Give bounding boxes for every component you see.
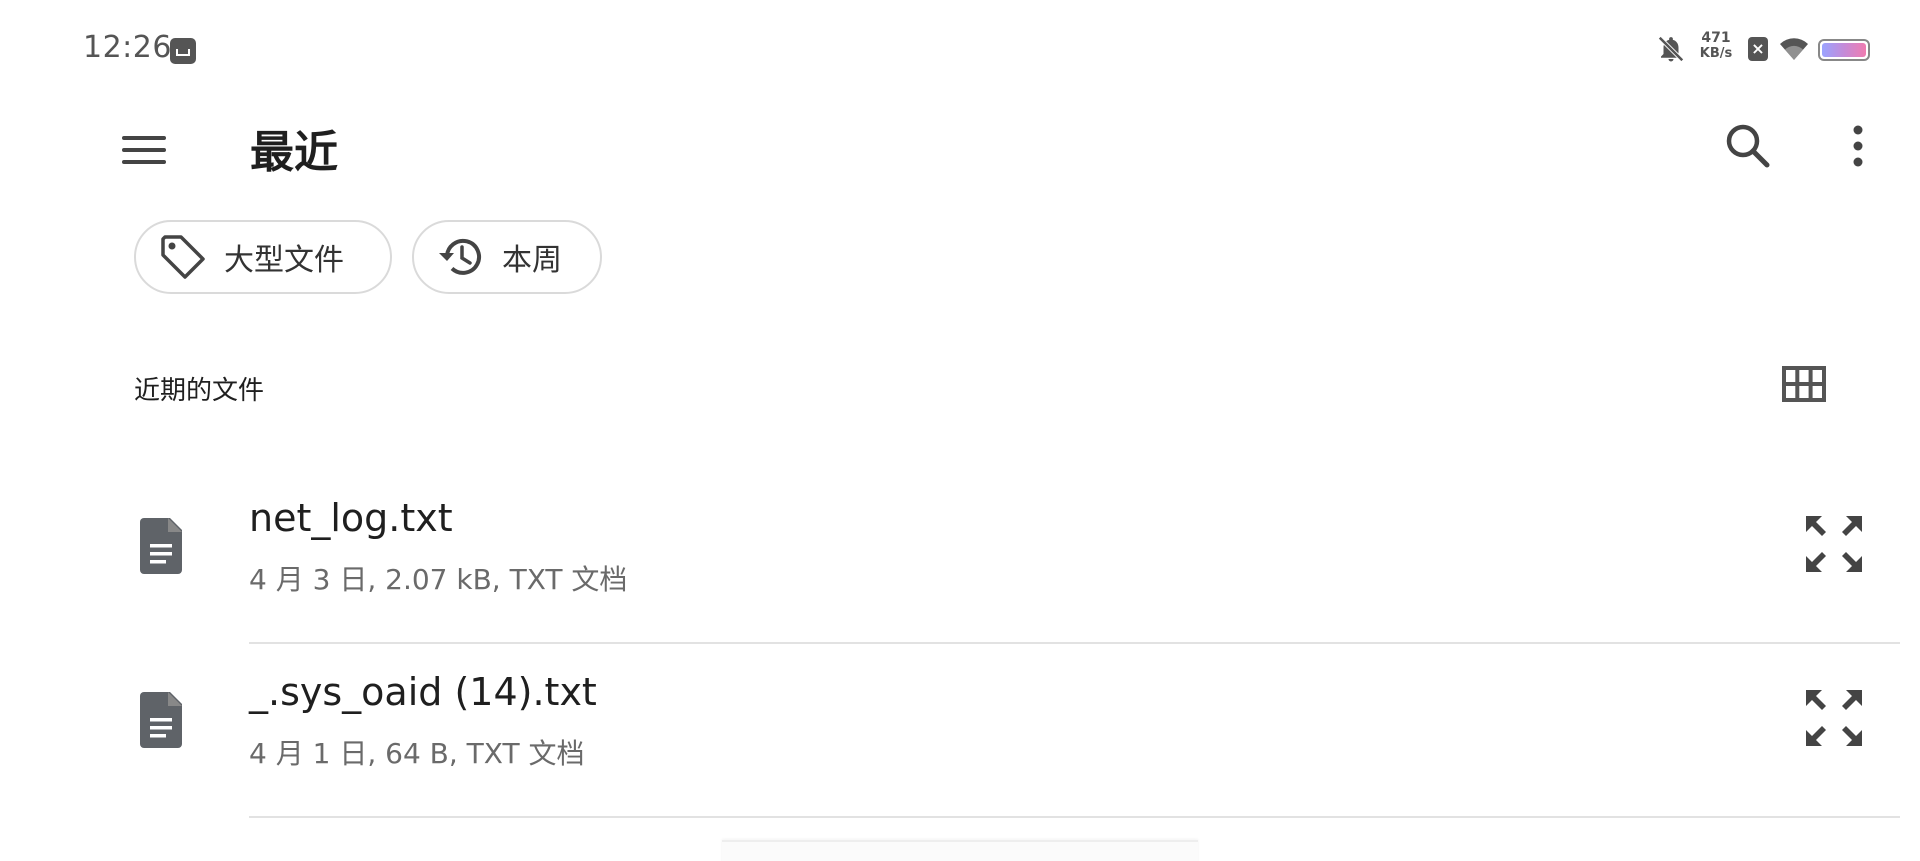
status-bar: 12:26 471 KB/s × [0,0,1920,100]
file-meta: 4 月 3 日, 2.07 kB, TXT 文档 [249,563,628,596]
section-title: 近期的文件 [134,376,265,406]
grid-view-icon [1782,366,1826,402]
search-button[interactable] [1720,118,1776,174]
file-name: net_log.txt [249,496,453,540]
expand-icon [1806,690,1862,746]
wifi-icon [1780,38,1808,60]
file-name: _.sys_oaid (14).txt [249,670,597,714]
status-icons: 471 KB/s × [1656,30,1870,70]
net-speed-value: 471 [1701,30,1731,46]
chip-large-files[interactable]: 大型文件 [134,220,392,294]
more-options-button[interactable] [1830,118,1886,174]
document-icon [140,692,182,748]
chip-large-files-label: 大型文件 [224,243,344,278]
expand-button[interactable] [1800,510,1868,578]
expand-button[interactable] [1800,684,1868,752]
tag-icon [156,230,210,284]
page-title: 最近 [250,127,338,178]
menu-button[interactable] [112,122,176,178]
chip-this-week[interactable]: 本周 [412,220,602,294]
bell-off-icon [1658,36,1684,62]
toast-edge [722,840,1198,861]
battery-icon [1818,39,1870,61]
screenshot-app-icon [170,38,196,64]
status-time: 12:26 [83,30,172,65]
history-icon [434,230,488,284]
more-vert-icon [1853,125,1863,167]
chip-this-week-label: 本周 [502,243,562,278]
expand-icon [1806,516,1862,572]
document-icon [140,518,182,574]
search-icon [1726,124,1770,168]
file-meta: 4 月 1 日, 64 B, TXT 文档 [249,737,585,770]
grid-view-button[interactable] [1782,366,1826,406]
file-row[interactable]: net_log.txt 4 月 3 日, 2.07 kB, TXT 文档 [0,470,1920,644]
screen: 12:26 471 KB/s × 最近 大型文件 本周 近期的文件 net_lo… [0,0,1920,861]
app-bar: 最近 [0,100,1920,190]
net-speed-unit: KB/s [1699,46,1733,61]
sim-x-icon: × [1748,37,1768,61]
file-row[interactable]: _.sys_oaid (14).txt 4 月 1 日, 64 B, TXT 文… [0,644,1920,818]
